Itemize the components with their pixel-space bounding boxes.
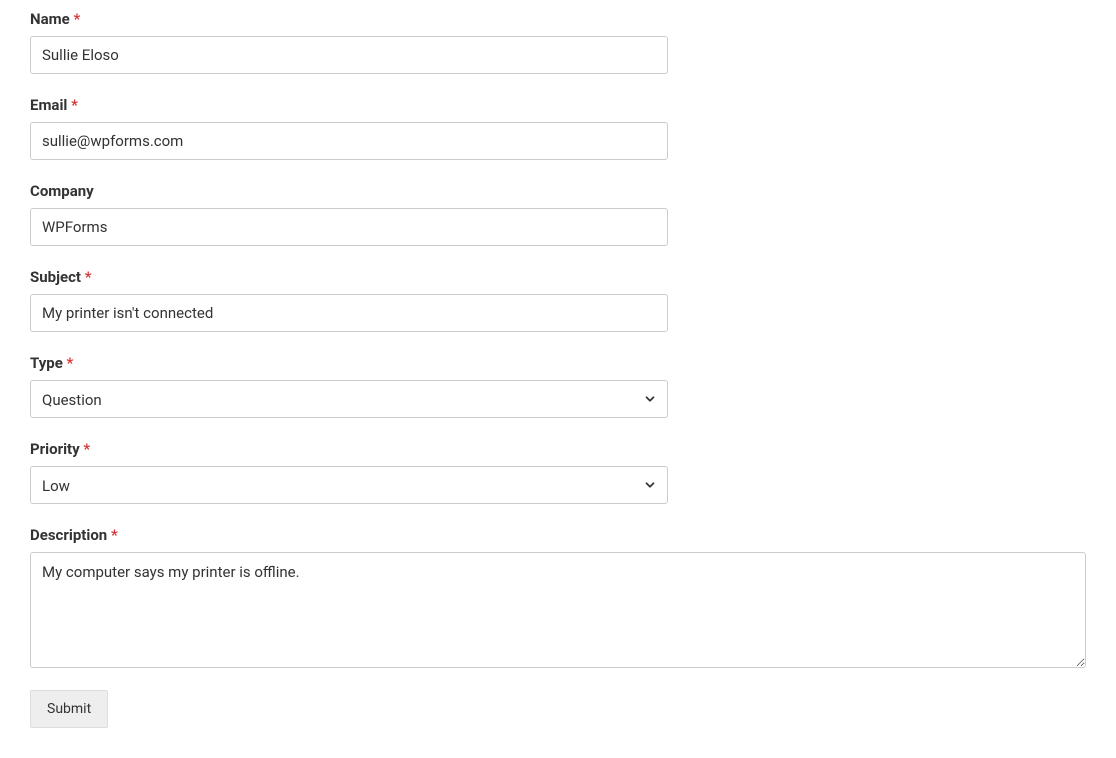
required-marker-icon: * [73,10,80,28]
company-label: Company [30,182,1086,200]
required-marker-icon: * [67,354,74,372]
priority-field-group: Priority * Low [30,440,1086,504]
email-field-group: Email * [30,96,1086,160]
priority-label: Priority * [30,440,1086,458]
email-input[interactable] [30,122,668,160]
type-select[interactable]: Question [30,380,668,418]
name-label-text: Name [30,10,70,28]
name-field-group: Name * [30,10,1086,74]
email-label-text: Email [30,96,67,114]
description-textarea[interactable]: My computer says my printer is offline. [30,552,1086,668]
required-marker-icon: * [85,268,92,286]
email-label: Email * [30,96,1086,114]
priority-label-text: Priority [30,440,80,458]
submit-button[interactable]: Submit [30,690,108,728]
description-label: Description * [30,526,1086,544]
name-input[interactable] [30,36,668,74]
description-field-group: Description * My computer says my printe… [30,526,1086,668]
support-form: Name * Email * Company Subject * Type * … [30,10,1086,728]
priority-select[interactable]: Low [30,466,668,504]
subject-label-text: Subject [30,268,81,286]
company-label-text: Company [30,182,94,200]
description-label-text: Description [30,526,107,544]
company-field-group: Company [30,182,1086,246]
subject-label: Subject * [30,268,1086,286]
type-label-text: Type [30,354,63,372]
required-marker-icon: * [83,440,90,458]
subject-input[interactable] [30,294,668,332]
subject-field-group: Subject * [30,268,1086,332]
name-label: Name * [30,10,1086,28]
required-marker-icon: * [71,96,78,114]
required-marker-icon: * [111,526,118,544]
type-field-group: Type * Question [30,354,1086,418]
company-input[interactable] [30,208,668,246]
type-label: Type * [30,354,1086,372]
